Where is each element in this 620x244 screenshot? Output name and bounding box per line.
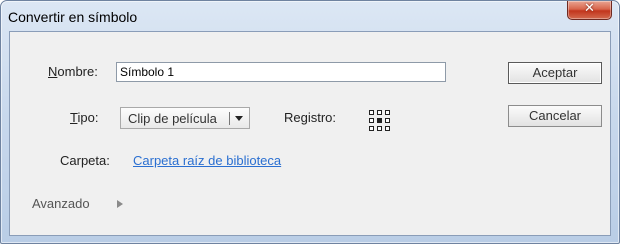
dropdown-separator — [229, 112, 230, 125]
reg-point-top-center[interactable] — [377, 110, 382, 115]
reg-point-bottom-left[interactable] — [369, 126, 374, 131]
reg-point-middle-right[interactable] — [385, 118, 390, 123]
advanced-toggle[interactable]: Avanzado — [32, 196, 90, 211]
window-title: Convertir en símbolo — [8, 9, 138, 25]
convert-to-symbol-dialog: Convertir en símbolo ✕ Nombre: Tipo: Cli… — [0, 0, 620, 244]
reg-point-top-right[interactable] — [385, 110, 390, 115]
reg-point-middle-left[interactable] — [369, 118, 374, 123]
registration-grid-icon[interactable] — [369, 110, 395, 132]
title-bar[interactable]: Convertir en símbolo ✕ — [1, 1, 619, 31]
dialog-body: Nombre: Tipo: Clip de película Registro:… — [9, 31, 611, 236]
chevron-down-icon — [235, 116, 243, 121]
reg-point-bottom-right[interactable] — [385, 126, 390, 131]
reg-point-center[interactable] — [377, 118, 382, 123]
type-selected-value: Clip de película — [128, 111, 217, 126]
triangle-right-icon[interactable] — [117, 200, 123, 208]
registration-label: Registro: — [284, 110, 337, 125]
close-icon: ✕ — [584, 1, 595, 16]
close-button[interactable]: ✕ — [567, 1, 612, 20]
ok-button[interactable]: Aceptar — [508, 62, 602, 84]
type-dropdown[interactable]: Clip de película — [120, 107, 250, 129]
name-input[interactable] — [116, 62, 446, 82]
name-label: Nombre: — [48, 64, 98, 79]
reg-point-bottom-center[interactable] — [377, 126, 382, 131]
folder-link[interactable]: Carpeta raíz de biblioteca — [133, 153, 281, 168]
cancel-button[interactable]: Cancelar — [508, 105, 602, 127]
type-label: Tipo: — [70, 110, 99, 125]
reg-point-top-left[interactable] — [369, 110, 374, 115]
folder-label: Carpeta: — [60, 153, 110, 168]
